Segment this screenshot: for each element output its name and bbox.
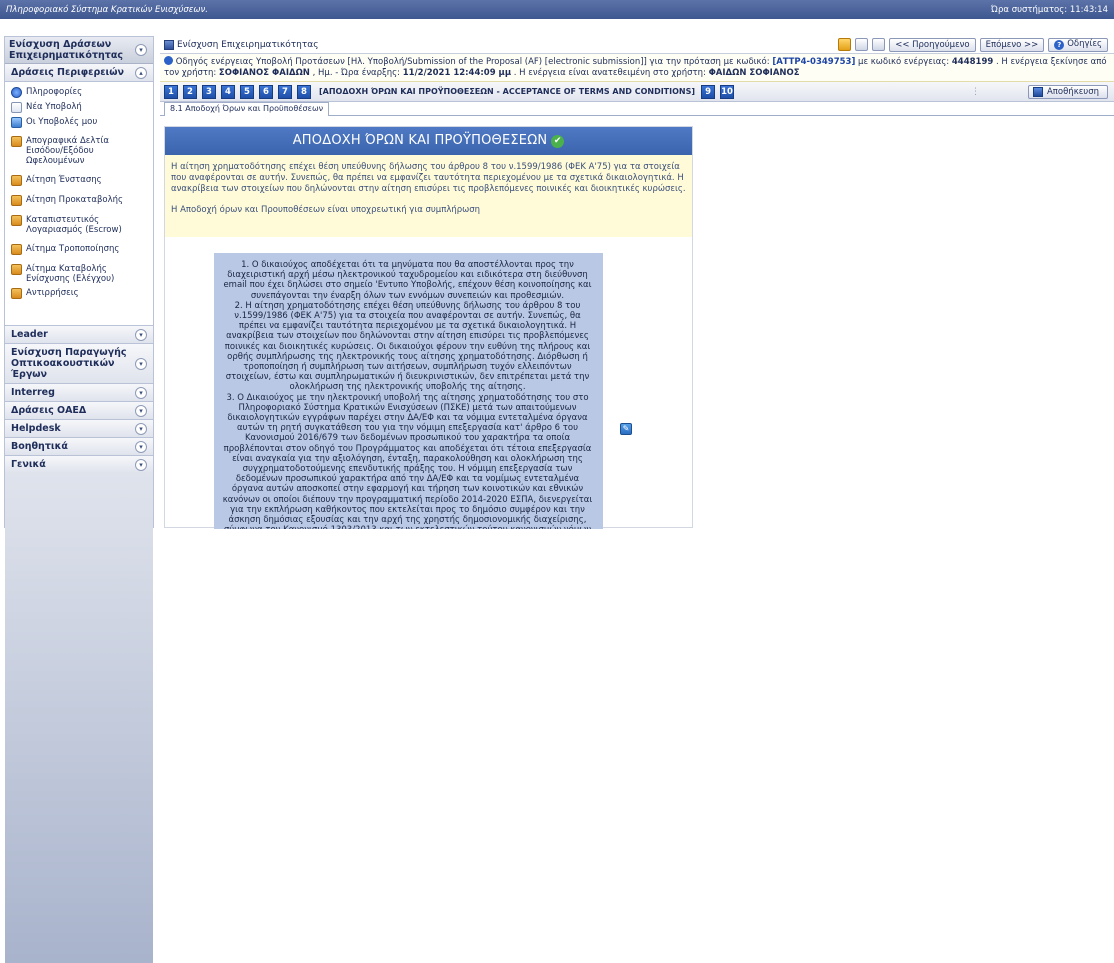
sidebar-list: Πληροφορίες Νέα Υποβολή Οι Υποβολές μου … bbox=[5, 82, 153, 307]
declaration-text: Η αίτηση χρηματοδότησης επέχει θέση υπεύ… bbox=[171, 162, 686, 194]
sidebar-item-objection[interactable]: Αίτηση Ένστασης bbox=[5, 173, 153, 188]
step-5[interactable]: 5 bbox=[240, 84, 254, 99]
folder-icon bbox=[11, 288, 22, 299]
help-icon: ? bbox=[1054, 39, 1065, 50]
info-icon bbox=[11, 87, 22, 98]
sidebar-cat-general[interactable]: Γενικά ▾ bbox=[5, 455, 153, 473]
sidebar-item-new-submission[interactable]: Νέα Υποβολή bbox=[5, 100, 153, 115]
sidebar-item-census[interactable]: Απογραφικά Δελτία Εισόδου/Εξόδου Ωφελουμ… bbox=[5, 134, 153, 168]
folder-icon bbox=[11, 244, 22, 255]
system-title: Πληροφοριακό Σύστημα Κρατικών Ενισχύσεων… bbox=[6, 4, 208, 15]
sidebar: Ενίσχυση Δράσεων Επιχειρηματικότητας ▾ Δ… bbox=[4, 36, 154, 963]
chevron-down-icon[interactable]: ▾ bbox=[135, 440, 147, 453]
sidebar-cat-auxiliary[interactable]: Βοηθητικά ▾ bbox=[5, 437, 153, 455]
chevron-down-icon[interactable]: ▾ bbox=[135, 44, 147, 56]
step-10[interactable]: 10 bbox=[720, 84, 735, 99]
module-icon bbox=[164, 39, 174, 50]
separator-dots: ⋮ bbox=[971, 87, 980, 97]
folder-icon bbox=[11, 195, 22, 206]
sidebar-item-escrow[interactable]: Καταπιστευτικός Λογαριασμός (Escrow) bbox=[5, 213, 153, 237]
step-3[interactable]: 3 bbox=[202, 84, 216, 99]
folder-icon bbox=[11, 264, 22, 275]
current-step-title: [ΑΠΟΔΟΧΗ ΌΡΩΝ ΚΑΙ ΠΡΟΫΠΟΘΕΣΕΩΝ - ACCEPTA… bbox=[319, 87, 696, 96]
chevron-down-icon[interactable]: ▾ bbox=[135, 357, 147, 370]
chevron-down-icon[interactable]: ▾ bbox=[135, 422, 147, 435]
folder-icon bbox=[11, 136, 22, 147]
tab-terms[interactable]: 8.1 Αποδοχή Όρων και Προϋποθέσεων bbox=[164, 102, 330, 116]
step-8[interactable]: 8 bbox=[297, 84, 311, 99]
assigned-user: ΦΑΙΔΩΝ ΣΟΦΙΑΝΟΣ bbox=[708, 68, 800, 78]
sidebar-item-my-submissions[interactable]: Οι Υποβολές μου bbox=[5, 115, 153, 130]
prev-button[interactable]: << Προηγούμενο bbox=[889, 37, 976, 52]
sidebar-fill bbox=[5, 473, 153, 963]
sidebar-cat-helpdesk[interactable]: Helpdesk ▾ bbox=[5, 419, 153, 437]
check-icon: ✔ bbox=[551, 135, 565, 148]
action-info: Οδηγός ενέργειας Υποβολή Προτάσεων [Ηλ. … bbox=[160, 54, 1114, 82]
start-datetime: 11/2/2021 12:44:09 μμ bbox=[402, 68, 512, 78]
folder-icon bbox=[11, 215, 22, 226]
top-bar: Πληροφοριακό Σύστημα Κρατικών Ενισχύσεων… bbox=[0, 0, 1114, 19]
list-icon bbox=[11, 117, 22, 128]
chevron-down-icon[interactable]: ▾ bbox=[135, 404, 147, 417]
terms-panel: ΑΠΟΔΟΧΗ ΌΡΩΝ ΚΑΙ ΠΡΟΫΠΟΘΕΣΕΩΝ ✔ Η αίτηση … bbox=[164, 126, 693, 529]
sidebar-subhead[interactable]: Δράσεις Περιφερειών ▴ bbox=[5, 64, 153, 82]
sidebar-item-objections[interactable]: Αντιρρήσεις bbox=[5, 286, 153, 301]
save-button[interactable]: Αποθήκευση bbox=[1027, 85, 1108, 99]
sidebar-cat-leader[interactable]: Leader ▾ bbox=[5, 325, 153, 343]
sidebar-item-modification[interactable]: Αίτημα Τροποποίησης bbox=[5, 242, 153, 257]
document-icon bbox=[11, 102, 22, 113]
term-item: 1. Ο δικαιούχος αποδέχεται ότι τα μηνύμα… bbox=[223, 260, 592, 301]
edit-terms-icon[interactable]: ✎ bbox=[620, 423, 632, 435]
sidebar-item-advance[interactable]: Αίτηση Προκαταβολής bbox=[5, 193, 153, 208]
terms-text: 1. Ο δικαιούχος αποδέχεται ότι τα μηνύμα… bbox=[214, 253, 603, 529]
terms-banner: ΑΠΟΔΟΧΗ ΌΡΩΝ ΚΑΙ ΠΡΟΫΠΟΘΕΣΕΩΝ ✔ bbox=[165, 127, 692, 155]
info-icon bbox=[164, 56, 173, 65]
folder-icon bbox=[11, 175, 22, 186]
chevron-down-icon[interactable]: ▾ bbox=[135, 386, 147, 399]
action-code: 4448199 bbox=[951, 57, 994, 67]
mandatory-text: Η Αποδοχή όρων και Προυποθέσεων είναι υπ… bbox=[171, 205, 481, 215]
next-button[interactable]: Επόμενο >> bbox=[979, 37, 1045, 52]
sidebar-item-payment[interactable]: Αίτημα Καταβολής Ενίσχυσης (Ελέγχου) bbox=[5, 262, 153, 286]
edit-icon[interactable] bbox=[838, 38, 852, 51]
term-item: 3. Ο Δικαιούχος με την ηλεκτρονική υποβο… bbox=[222, 392, 593, 529]
header-row: Ενίσχυση Επιχειρηματικότητας << Προηγούμ… bbox=[160, 36, 1114, 54]
step-7[interactable]: 7 bbox=[278, 84, 292, 99]
chevron-down-icon[interactable]: ▾ bbox=[135, 458, 147, 471]
chevron-down-icon[interactable]: ▾ bbox=[135, 328, 147, 341]
term-item: 2. Η αίτηση χρηματοδότησης επέχει θέση υ… bbox=[224, 300, 591, 393]
step-2[interactable]: 2 bbox=[183, 84, 197, 99]
sidebar-head[interactable]: Ενίσχυση Δράσεων Επιχειρηματικότητας ▾ bbox=[5, 37, 153, 64]
grid-icon[interactable] bbox=[855, 38, 869, 51]
breadcrumb: Ενίσχυση Επιχειρηματικότητας bbox=[177, 39, 319, 50]
system-clock: Ώρα συστήματος: 11:43:14 bbox=[991, 4, 1108, 15]
save-icon bbox=[1032, 87, 1043, 97]
step-4[interactable]: 4 bbox=[221, 84, 235, 99]
sidebar-item-info[interactable]: Πληροφορίες bbox=[5, 85, 153, 100]
sidebar-cat-audiovisual[interactable]: Ενίσχυση Παραγωγής Οπτικοακουστικών Έργω… bbox=[5, 343, 153, 383]
step-bar: 1 2 3 4 5 6 7 8 [ΑΠΟΔΟΧΗ ΌΡΩΝ ΚΑΙ ΠΡΟΫΠΟ… bbox=[160, 82, 1114, 102]
help-button[interactable]: ? Οδηγίες bbox=[1048, 37, 1108, 52]
image-icon[interactable] bbox=[872, 38, 886, 51]
declaration-note: Η αίτηση χρηματοδότησης επέχει θέση υπεύ… bbox=[165, 155, 692, 237]
main-area: Ενίσχυση Επιχειρηματικότητας << Προηγούμ… bbox=[160, 36, 1114, 529]
step-6[interactable]: 6 bbox=[259, 84, 273, 99]
sidebar-cat-interreg[interactable]: Interreg ▾ bbox=[5, 383, 153, 401]
started-by-user: ΣΟΦΙΑΝΟΣ ΦΑΙΔΩΝ bbox=[218, 68, 310, 78]
step-9[interactable]: 9 bbox=[701, 84, 716, 99]
chevron-up-icon[interactable]: ▴ bbox=[135, 66, 147, 79]
proposal-code: [ΑΤΤΡ4-0349753] bbox=[772, 57, 856, 67]
sidebar-cat-oaed[interactable]: Δράσεις ΟΑΕΔ ▾ bbox=[5, 401, 153, 419]
tab-strip: 8.1 Αποδοχή Όρων και Προϋποθέσεων bbox=[160, 102, 1114, 116]
step-1[interactable]: 1 bbox=[164, 84, 178, 99]
